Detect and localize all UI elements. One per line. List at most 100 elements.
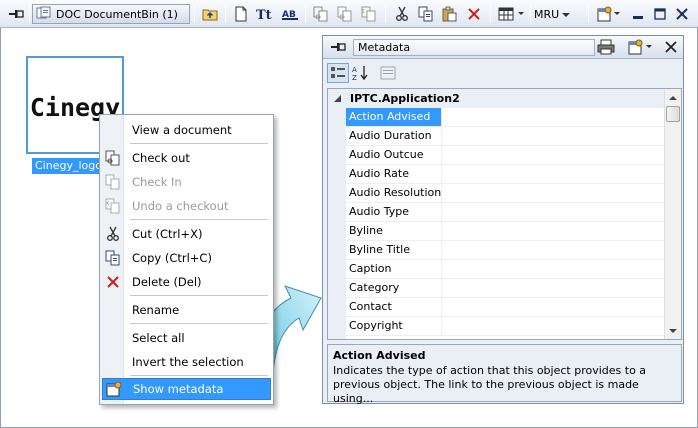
property-row[interactable]: Category [346, 279, 666, 298]
property-grid-scrollbar[interactable] [664, 89, 681, 339]
thumbnail-file-label[interactable]: Cinegy_logo. [32, 158, 109, 174]
toolbar-separator [305, 5, 306, 23]
property-name: Action Advised [346, 108, 442, 126]
cut-icon[interactable] [391, 4, 413, 24]
property-value[interactable] [443, 127, 666, 145]
property-row[interactable]: Byline Title [346, 241, 666, 260]
categorized-view-icon[interactable] [327, 63, 349, 83]
mru-label: MRU [534, 7, 560, 21]
property-name: Audio Type [346, 203, 442, 221]
collapse-icon[interactable] [333, 93, 342, 106]
property-row[interactable]: Contact [346, 298, 666, 317]
maximize-icon[interactable] [650, 4, 670, 24]
menu-item-check-out[interactable]: Check out [102, 147, 271, 169]
menu-item-undo-checkout[interactable]: Undo a checkout [102, 195, 271, 217]
property-value[interactable] [443, 165, 666, 183]
scroll-thumb[interactable] [666, 106, 680, 122]
svg-text:Tt: Tt [256, 8, 272, 21]
property-name: Contact [346, 298, 442, 316]
svg-text:Z: Z [352, 74, 357, 81]
toolbar-separator [29, 5, 30, 23]
property-row[interactable]: Byline [346, 222, 666, 241]
menu-item-show-metadata[interactable]: Show metadata [102, 378, 271, 400]
property-grid: IPTC.Application2 Action Advised Audio Du… [327, 88, 682, 340]
property-name: Audio Rate [346, 165, 442, 183]
pin-icon[interactable] [327, 37, 349, 57]
undo-checkout-icon[interactable] [358, 4, 380, 24]
property-row[interactable]: Audio Resolution [346, 184, 666, 203]
menu-separator [130, 143, 268, 144]
mru-dropdown[interactable]: MRU [534, 4, 571, 24]
minimize-icon[interactable] [628, 4, 648, 24]
new-document-icon[interactable] [230, 4, 252, 24]
property-value[interactable] [443, 203, 666, 221]
copy-icon [102, 247, 124, 269]
menu-item-rename[interactable]: Rename [102, 299, 271, 321]
menu-item-select-all[interactable]: Select all [102, 327, 271, 349]
undo-checkout-icon [102, 195, 124, 217]
property-value[interactable] [443, 222, 666, 240]
menu-item-copy[interactable]: Copy (Ctrl+C) [102, 247, 271, 269]
check-out-icon[interactable] [310, 4, 332, 24]
document-bin-tab[interactable]: DOC DocumentBin (1) [32, 4, 190, 24]
text-format-icon[interactable]: Tt [254, 4, 276, 24]
category-row[interactable]: IPTC.Application2 [328, 89, 666, 108]
property-value[interactable] [443, 184, 666, 202]
property-description-pane: Action Advised Indicates the type of act… [327, 344, 682, 405]
delete-icon [102, 271, 124, 293]
property-row[interactable]: Caption [346, 260, 666, 279]
toolbar-separator [530, 5, 531, 23]
menu-item-cut[interactable]: Cut (Ctrl+X) [102, 223, 271, 245]
rename-label-icon[interactable]: AB [279, 4, 301, 24]
property-name: Audio Duration [346, 127, 442, 145]
copy-icon[interactable] [415, 4, 437, 24]
menu-item-delete[interactable]: Delete (Del) [102, 271, 271, 293]
delete-icon[interactable] [463, 4, 485, 24]
close-icon[interactable] [660, 37, 682, 57]
property-value[interactable] [443, 260, 666, 278]
property-value[interactable] [443, 108, 666, 126]
toolbar-separator [225, 5, 226, 23]
bin-icon [36, 6, 52, 23]
property-name: Caption [346, 260, 442, 278]
alphabetical-sort-icon[interactable]: AZ [350, 63, 372, 83]
property-row[interactable]: Audio Outcue [346, 146, 666, 165]
document-bin-tab-label: DOC DocumentBin (1) [56, 7, 178, 21]
property-value[interactable] [443, 317, 666, 335]
property-value[interactable] [443, 298, 666, 316]
property-name: Audio Resolution [346, 184, 442, 202]
menu-item-check-in[interactable]: Check In [102, 171, 271, 193]
properties-icon[interactable] [625, 37, 657, 57]
toolbar-separator [194, 5, 195, 23]
print-icon[interactable] [595, 37, 617, 57]
context-menu: View a document Check out Check In Undo … [99, 114, 274, 405]
description-text: Indicates the type of action that this o… [333, 364, 647, 405]
property-value[interactable] [443, 146, 666, 164]
property-row[interactable]: Audio Rate [346, 165, 666, 184]
scroll-down-icon[interactable] [665, 323, 681, 339]
property-row[interactable]: Audio Duration [346, 127, 666, 146]
property-value[interactable] [443, 279, 666, 297]
property-row[interactable]: Copyright [346, 317, 666, 336]
metadata-panel-titlebar: Metadata [323, 36, 683, 59]
menu-item-invert-selection[interactable]: Invert the selection [102, 351, 271, 373]
scroll-up-icon[interactable] [665, 89, 681, 105]
property-row[interactable]: Audio Type [346, 203, 666, 222]
cut-icon [102, 223, 124, 245]
folder-up-icon[interactable] [199, 4, 221, 24]
close-icon[interactable] [672, 4, 692, 24]
property-row[interactable]: Action Advised [346, 108, 666, 127]
check-in-icon[interactable] [334, 4, 356, 24]
property-name: Category [346, 279, 442, 297]
view-mode-icon[interactable] [496, 4, 528, 24]
paste-icon[interactable] [439, 4, 461, 24]
property-pages-icon[interactable] [377, 63, 399, 83]
property-name: Byline [346, 222, 442, 240]
property-value[interactable] [443, 241, 666, 259]
description-title: Action Advised [333, 349, 426, 362]
properties-icon[interactable] [594, 4, 624, 24]
menu-item-view-document[interactable]: View a document [102, 119, 271, 141]
category-label: IPTC.Application2 [350, 92, 460, 105]
pin-icon[interactable] [5, 4, 27, 24]
toolbar-separator [385, 5, 386, 23]
